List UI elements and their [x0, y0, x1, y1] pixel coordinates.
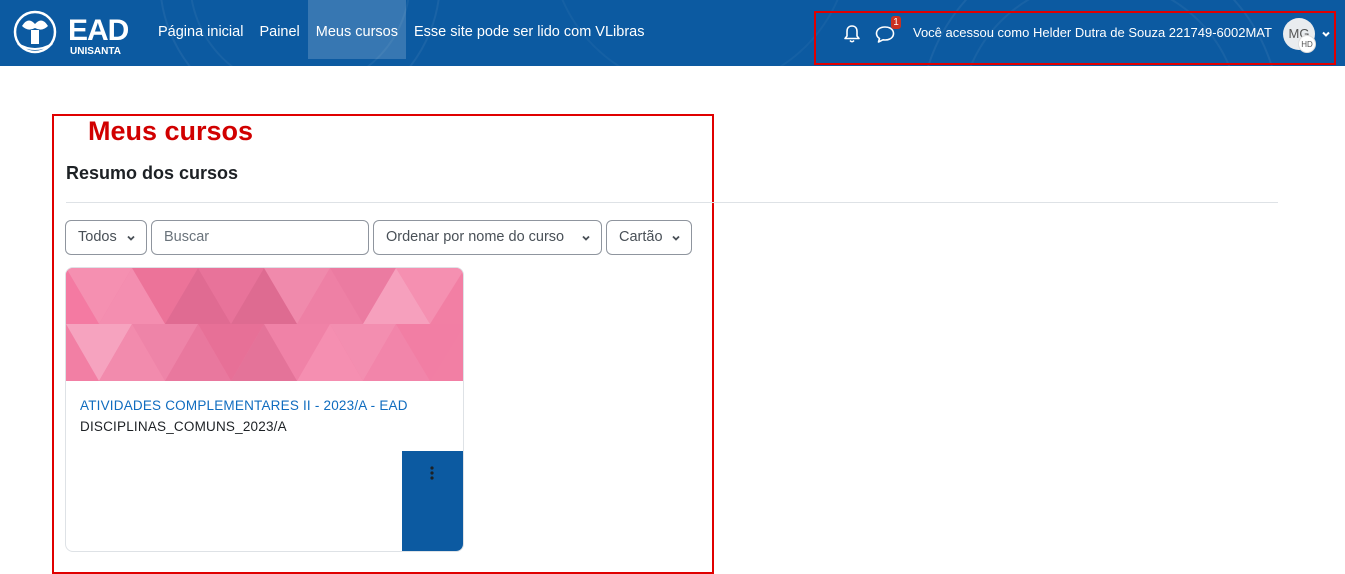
primary-navigation: Página inicial Painel Meus cursos Esse s…: [150, 0, 652, 66]
nav-item-home[interactable]: Página inicial: [150, 0, 251, 59]
sort-dropdown[interactable]: Ordenar por nome do curso: [373, 220, 602, 255]
logo-emblem-icon: [13, 10, 57, 54]
course-card[interactable]: ATIVIDADES COMPLEMENTARES II - 2023/A - …: [65, 267, 464, 552]
course-category: DISCIPLINAS_COMUNS_2023/A: [80, 419, 287, 434]
ead-unisanta-logo[interactable]: EAD UNISANTA: [8, 6, 129, 58]
view-dropdown[interactable]: Cartão: [606, 220, 692, 255]
course-actions-menu[interactable]: [402, 451, 463, 551]
divider: [66, 202, 1278, 203]
nav-item-vlibras[interactable]: Esse site pode ser lido com VLibras: [406, 0, 653, 59]
sort-dropdown-label: Ordenar por nome do curso: [386, 229, 565, 245]
search-input[interactable]: Buscar: [151, 220, 369, 255]
grouping-dropdown[interactable]: Todos: [65, 220, 147, 255]
kebab-menu-icon[interactable]: [429, 465, 435, 481]
section-title: Resumo dos cursos: [66, 163, 239, 183]
chevron-down-icon: [127, 235, 135, 241]
logo-subtext: UNISANTA: [70, 46, 121, 57]
course-name-link[interactable]: ATIVIDADES COMPLEMENTARES II - 2023/A - …: [80, 398, 408, 413]
view-dropdown-label: Cartão: [619, 229, 663, 245]
chevron-down-icon: [582, 235, 590, 241]
search-placeholder: Buscar: [164, 229, 210, 245]
grouping-dropdown-label: Todos: [78, 229, 117, 245]
course-card-image[interactable]: [66, 268, 464, 381]
chevron-down-icon: [672, 235, 680, 241]
user-menu-highlight-box: [814, 11, 1336, 65]
annotation-label: Meus cursos: [88, 116, 254, 146]
logo-text: EAD: [68, 14, 129, 47]
nav-item-my-courses[interactable]: Meus cursos: [307, 0, 406, 59]
nav-item-dashboard[interactable]: Painel: [251, 0, 307, 59]
